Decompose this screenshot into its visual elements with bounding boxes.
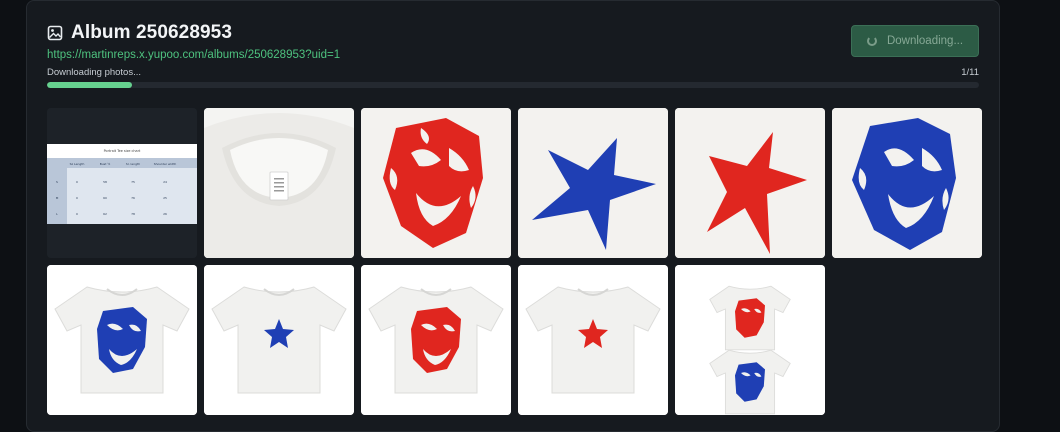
download-button-label: Downloading... xyxy=(886,35,964,47)
progress-bar-fill xyxy=(47,82,132,88)
photo-thumbnail[interactable] xyxy=(204,265,354,415)
size-chart-header: Bust ½ xyxy=(100,162,111,166)
size-chart-cell: 24 xyxy=(163,180,167,184)
red-star-tshirt-icon xyxy=(518,265,668,415)
photo-thumbnail[interactable] xyxy=(361,265,511,415)
tshirt-collar-icon xyxy=(204,108,354,258)
progress-bar xyxy=(47,82,979,88)
size-chart-cell: M xyxy=(56,196,59,200)
spinner-icon xyxy=(866,36,877,46)
size-chart-cell: 75 xyxy=(131,180,135,184)
progress-count: 1/11 xyxy=(961,67,979,78)
photo-thumbnail[interactable] xyxy=(675,108,825,258)
size-chart-cell: 58 xyxy=(103,180,107,184)
download-button[interactable]: Downloading... xyxy=(851,25,979,57)
size-chart-cell: 0 xyxy=(76,212,78,216)
size-chart-cell: S xyxy=(56,180,58,184)
size-chart-image: Portrait Tee size chart Sz Length Bust ½ S… xyxy=(47,108,197,258)
album-card: Album 250628953 https://martinreps.x.yup… xyxy=(26,0,1000,432)
size-chart-cell: 62 xyxy=(103,212,107,216)
image-icon xyxy=(47,25,63,41)
red-mask-print-icon xyxy=(361,108,511,258)
blue-mask-print-icon xyxy=(832,108,982,258)
size-chart-cell: 25 xyxy=(163,196,167,200)
size-chart-cell: 0 xyxy=(76,180,78,184)
photo-thumbnail[interactable] xyxy=(675,265,825,415)
size-chart-header: Sl. length xyxy=(126,162,140,166)
size-chart-cell: 60 xyxy=(103,196,107,200)
progress-status-text: Downloading photos... xyxy=(47,67,142,78)
photo-thumbnail[interactable] xyxy=(832,108,982,258)
size-chart-header: Sz Length xyxy=(70,162,85,166)
album-url-link[interactable]: https://martinreps.x.yupoo.com/albums/25… xyxy=(47,49,979,61)
photo-grid: Portrait Tee size chart Sz Length Bust ½ S… xyxy=(47,108,982,415)
title-row: Album 250628953 xyxy=(47,21,979,45)
two-tshirts-icon xyxy=(675,265,825,415)
size-chart-cell: 76 xyxy=(131,196,135,200)
size-chart-header: Shoulder width xyxy=(154,162,177,166)
page-title: Album 250628953 xyxy=(71,22,232,43)
blue-mask-tshirt-icon xyxy=(47,265,197,415)
red-star-print-icon xyxy=(675,108,825,258)
size-chart-cell: 0 xyxy=(76,196,78,200)
photo-thumbnail[interactable] xyxy=(518,108,668,258)
red-mask-tshirt-icon xyxy=(361,265,511,415)
size-chart-cell: 78 xyxy=(131,212,135,216)
photo-thumbnail[interactable] xyxy=(518,265,668,415)
size-chart-title: Portrait Tee size chart xyxy=(104,149,141,153)
progress-status-row: Downloading photos... 1/11 xyxy=(47,67,979,78)
photo-thumbnail[interactable] xyxy=(47,265,197,415)
photo-thumbnail[interactable] xyxy=(204,108,354,258)
blue-star-print-icon xyxy=(518,108,668,258)
photo-thumbnail[interactable] xyxy=(361,108,511,258)
blue-star-tshirt-icon xyxy=(204,265,354,415)
photo-thumbnail[interactable]: Portrait Tee size chart Sz Length Bust ½ S… xyxy=(47,108,197,258)
size-chart-cell: 26 xyxy=(163,212,167,216)
album-header: Album 250628953 https://martinreps.x.yup… xyxy=(47,21,979,61)
